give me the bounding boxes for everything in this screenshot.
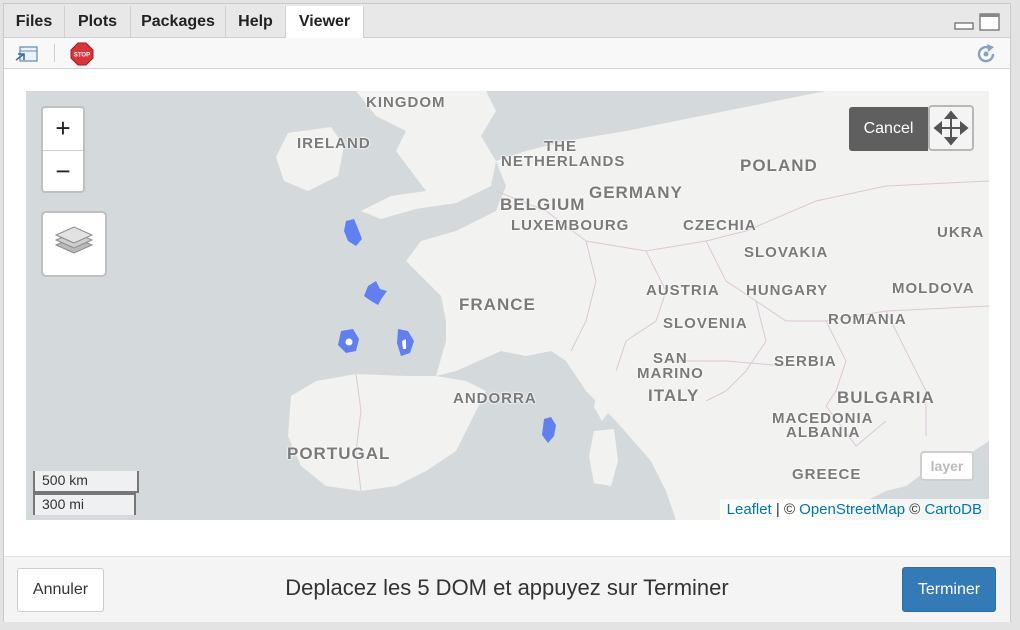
tab-viewer[interactable]: Viewer — [285, 6, 364, 38]
instruction-text: Deplacez les 5 DOM et appuyez sur Termin… — [285, 575, 729, 600]
toolbar-separator — [54, 44, 55, 62]
tab-help[interactable]: Help — [226, 6, 286, 37]
map-label-moldova: MOLDOVA — [892, 280, 975, 297]
map-label-romania: ROMANIA — [828, 311, 907, 328]
map-label-czechia: CZECHIA — [683, 217, 757, 234]
tab-label: Packages — [141, 13, 215, 30]
cancel-move-button[interactable]: Cancel — [849, 107, 928, 151]
zoom-in-button[interactable]: + — [43, 108, 83, 151]
zoom-out-button[interactable]: − — [43, 151, 83, 193]
svg-text:STOP: STOP — [74, 53, 90, 59]
leaflet-map[interactable]: KINGDOM IRELAND THE NETHERLANDS POLAND G… — [26, 91, 989, 520]
map-label-slovenia: SLOVENIA — [663, 315, 748, 332]
map-label-bulgaria: BULGARIA — [837, 388, 935, 407]
refresh-icon[interactable] — [974, 42, 998, 66]
map-label-poland: POLAND — [740, 156, 818, 175]
tab-strip: Files Plots Packages Help Viewer — [4, 4, 1010, 38]
tab-plots[interactable]: Plots — [65, 6, 131, 37]
map-label-serbia: SERBIA — [774, 353, 837, 370]
leaflet-link[interactable]: Leaflet — [727, 501, 772, 518]
map-label-france: FRANCE — [459, 295, 536, 314]
tab-label: Help — [238, 13, 273, 30]
map-label-greece: GREECE — [792, 466, 862, 483]
map-label-germany: GERMANY — [589, 183, 683, 202]
viewer-toolbar: STOP — [4, 38, 1010, 69]
map-label-kingdom: KINGDOM — [366, 94, 446, 111]
tab-files[interactable]: Files — [4, 6, 65, 37]
map-attribution: Leaflet | © OpenStreetMap © CartoDB — [719, 499, 989, 520]
scale-bar-mi: 300 mi — [33, 493, 136, 515]
move-arrows-icon — [933, 110, 969, 146]
viewer-pane: Files Plots Packages Help Viewer STOP KI… — [3, 3, 1011, 622]
map-label-ireland: IRELAND — [297, 135, 371, 152]
map-label-belgium: BELGIUM — [500, 195, 586, 214]
tab-label: Files — [15, 13, 53, 30]
map-label-andorra: ANDORRA — [453, 390, 537, 407]
attribution-sep: © — [905, 501, 925, 518]
map-label-austria: AUSTRIA — [646, 282, 720, 299]
map-label-luxembourg: LUXEMBOURG — [511, 217, 630, 234]
minimize-icon[interactable] — [954, 13, 974, 31]
map-label-hungary: HUNGARY — [746, 282, 829, 299]
openstreetmap-link[interactable]: OpenStreetMap — [799, 501, 905, 518]
move-tool-button[interactable] — [928, 105, 974, 151]
attribution-sep: | © — [771, 501, 800, 518]
map-label-albania: ALBANIA — [786, 424, 861, 441]
tab-packages[interactable]: Packages — [131, 6, 226, 37]
tab-label: Plots — [77, 13, 118, 30]
map-label-marino: MARINO — [637, 365, 704, 382]
map-label-slovakia: SLOVAKIA — [744, 244, 829, 261]
scale-bar-km: 500 km — [33, 471, 139, 493]
layers-icon — [54, 226, 94, 254]
zoom-control: + − — [41, 106, 85, 193]
tab-label: Viewer — [298, 13, 351, 30]
cartodb-link[interactable]: CartoDB — [924, 501, 982, 518]
terminer-button[interactable]: Terminer — [902, 567, 996, 612]
layer-toggle-button[interactable]: layer — [920, 451, 974, 481]
map-label-ukraine: UKRA — [937, 224, 985, 241]
map-label-netherlands: NETHERLANDS — [501, 153, 626, 170]
gadget-footer: Annuler Deplacez les 5 DOM et appuyez su… — [4, 556, 1010, 622]
map-label-portugal: PORTUGAL — [287, 444, 391, 463]
open-in-browser-icon[interactable] — [14, 44, 40, 64]
map-label-italy: ITALY — [648, 386, 700, 405]
stop-icon[interactable]: STOP — [70, 42, 94, 66]
layers-control-button[interactable] — [41, 211, 107, 277]
maximize-icon[interactable] — [979, 13, 1001, 31]
